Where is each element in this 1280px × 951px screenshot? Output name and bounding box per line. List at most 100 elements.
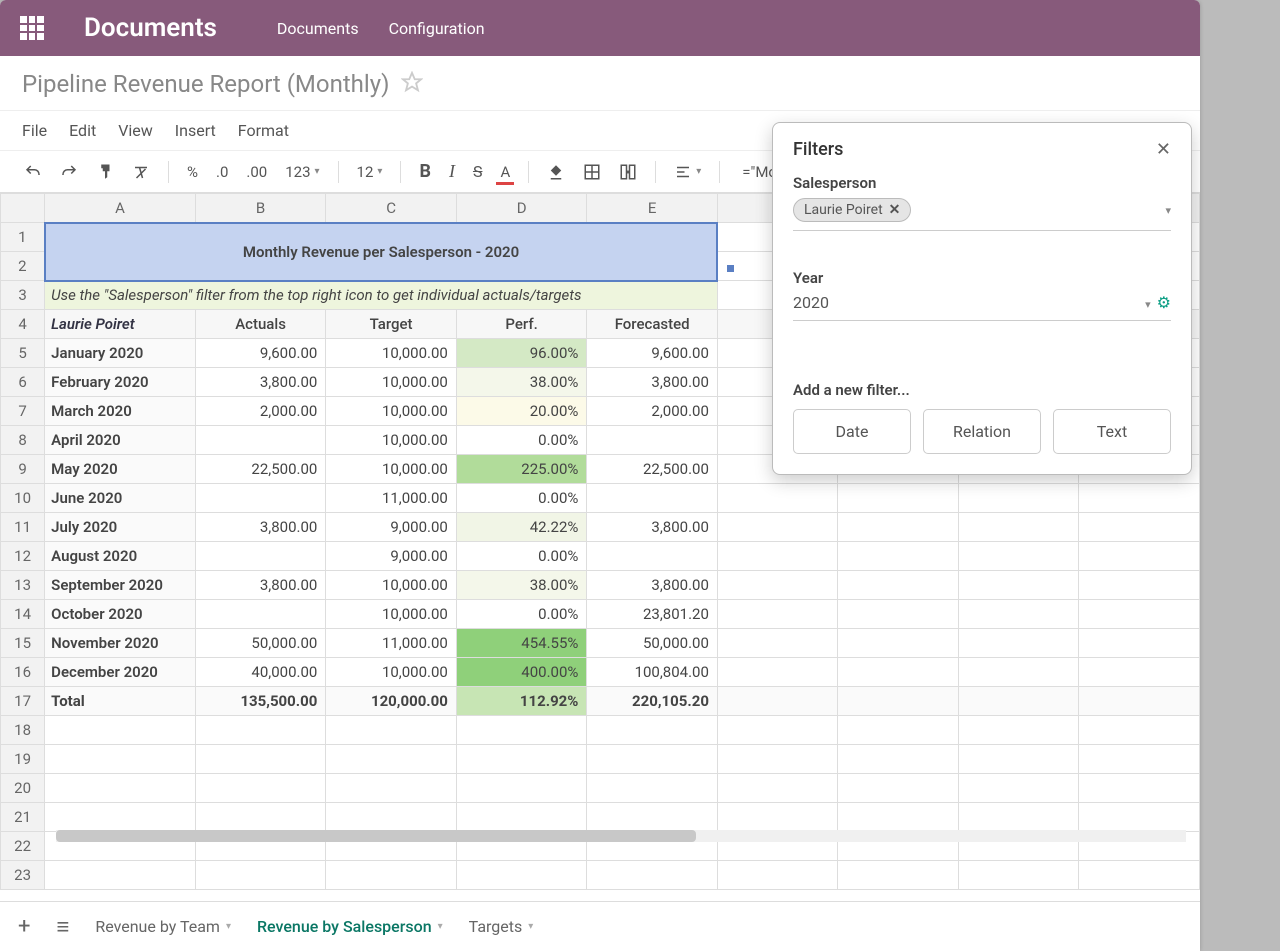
month-cell[interactable]: March 2020 — [45, 397, 196, 426]
table-row[interactable]: 12August 20209,000.000.00% — [1, 542, 1200, 571]
month-cell[interactable]: September 2020 — [45, 571, 196, 600]
apps-launcher-icon[interactable] — [20, 16, 44, 40]
chip-remove-icon[interactable]: ✕ — [889, 202, 901, 218]
month-cell[interactable]: June 2020 — [45, 484, 196, 513]
row-header[interactable]: 22 — [1, 832, 45, 861]
nav-documents[interactable]: Documents — [277, 19, 359, 38]
merge-cells-button[interactable] — [613, 159, 643, 185]
forecast-cell[interactable]: 3,800.00 — [587, 571, 718, 600]
forecast-cell[interactable] — [587, 426, 718, 455]
percent-format-button[interactable]: % — [181, 159, 204, 185]
target-cell[interactable]: 9,000.00 — [326, 542, 457, 571]
sheet-tab[interactable]: Revenue by Team▾ — [95, 917, 231, 936]
target-cell[interactable]: 10,000.00 — [326, 426, 457, 455]
perf-cell[interactable]: 400.00% — [456, 658, 587, 687]
add-filter-date-button[interactable]: Date — [793, 409, 911, 454]
clear-format-icon[interactable] — [126, 159, 156, 185]
hint-cell[interactable]: Use the "Salesperson" filter from the to… — [45, 281, 718, 310]
undo-icon[interactable] — [18, 159, 48, 185]
target-cell[interactable]: 10,000.00 — [326, 571, 457, 600]
forecast-cell[interactable]: 2,000.00 — [587, 397, 718, 426]
row-header[interactable]: 13 — [1, 571, 45, 600]
row-header[interactable]: 9 — [1, 455, 45, 484]
row-header[interactable]: 23 — [1, 861, 45, 890]
sheet-title-cell[interactable]: Monthly Revenue per Salesperson - 2020 — [45, 223, 718, 281]
horizontal-align-button[interactable] — [668, 159, 707, 185]
col-header[interactable]: D — [456, 194, 587, 223]
row-header[interactable]: 6 — [1, 368, 45, 397]
perf-cell[interactable]: 42.22% — [456, 513, 587, 542]
menu-format[interactable]: Format — [238, 121, 289, 140]
target-cell[interactable]: 10,000.00 — [326, 455, 457, 484]
add-sheet-button[interactable]: + — [18, 914, 30, 939]
row-header[interactable]: 17 — [1, 687, 45, 716]
add-filter-relation-button[interactable]: Relation — [923, 409, 1041, 454]
row-header[interactable]: 11 — [1, 513, 45, 542]
forecast-cell[interactable]: 50,000.00 — [587, 629, 718, 658]
perf-cell[interactable]: 20.00% — [456, 397, 587, 426]
table-row[interactable]: 10June 202011,000.000.00% — [1, 484, 1200, 513]
italic-button[interactable]: I — [443, 157, 461, 186]
month-cell[interactable]: October 2020 — [45, 600, 196, 629]
chevron-down-icon[interactable]: ▾ — [1165, 204, 1171, 217]
table-row[interactable]: 13September 20203,800.0010,000.0038.00%3… — [1, 571, 1200, 600]
column-label[interactable]: Forecasted — [587, 310, 718, 339]
row-header[interactable]: 16 — [1, 658, 45, 687]
col-header[interactable]: B — [195, 194, 326, 223]
chevron-down-icon[interactable]: ▾ — [1145, 298, 1151, 311]
borders-button[interactable] — [577, 159, 607, 185]
row-header[interactable]: 1 — [1, 223, 45, 252]
target-cell[interactable]: 11,000.00 — [326, 484, 457, 513]
actuals-cell[interactable]: 9,600.00 — [195, 339, 326, 368]
total-perf[interactable]: 112.92% — [456, 687, 587, 716]
row-header[interactable]: 18 — [1, 716, 45, 745]
actuals-cell[interactable] — [195, 600, 326, 629]
total-forecast[interactable]: 220,105.20 — [587, 687, 718, 716]
forecast-cell[interactable]: 3,800.00 — [587, 368, 718, 397]
forecast-cell[interactable] — [587, 542, 718, 571]
add-filter-text-button[interactable]: Text — [1053, 409, 1171, 454]
select-all-corner[interactable] — [1, 194, 45, 223]
perf-cell[interactable]: 0.00% — [456, 426, 587, 455]
month-cell[interactable]: May 2020 — [45, 455, 196, 484]
table-row[interactable]: 11July 20203,800.009,000.0042.22%3,800.0… — [1, 513, 1200, 542]
month-cell[interactable]: November 2020 — [45, 629, 196, 658]
col-header[interactable]: C — [326, 194, 457, 223]
actuals-cell[interactable] — [195, 426, 326, 455]
col-header[interactable]: E — [587, 194, 718, 223]
table-row[interactable]: 16December 202040,000.0010,000.00400.00%… — [1, 658, 1200, 687]
target-cell[interactable]: 10,000.00 — [326, 600, 457, 629]
row-header[interactable]: 2 — [1, 252, 45, 281]
total-row[interactable]: 17Total135,500.00120,000.00112.92%220,10… — [1, 687, 1200, 716]
column-label[interactable]: Actuals — [195, 310, 326, 339]
redo-icon[interactable] — [54, 159, 84, 185]
table-row[interactable]: 15November 202050,000.0011,000.00454.55%… — [1, 629, 1200, 658]
month-cell[interactable]: December 2020 — [45, 658, 196, 687]
actuals-cell[interactable]: 2,000.00 — [195, 397, 326, 426]
column-label[interactable]: Target — [326, 310, 457, 339]
perf-cell[interactable]: 38.00% — [456, 571, 587, 600]
row-header[interactable]: 5 — [1, 339, 45, 368]
target-cell[interactable]: 10,000.00 — [326, 397, 457, 426]
filter-chip-salesperson[interactable]: Laurie Poiret✕ — [793, 198, 911, 222]
paint-format-icon[interactable] — [90, 159, 120, 185]
increase-decimal-button[interactable]: .00 — [240, 159, 273, 185]
salesperson-name-cell[interactable]: Laurie Poiret — [45, 310, 196, 339]
forecast-cell[interactable] — [587, 484, 718, 513]
forecast-cell[interactable]: 22,500.00 — [587, 455, 718, 484]
all-sheets-button[interactable]: ≡ — [56, 914, 69, 940]
sheet-tab[interactable]: Targets▾ — [469, 917, 534, 936]
selection-handle[interactable] — [727, 265, 734, 272]
actuals-cell[interactable]: 50,000.00 — [195, 629, 326, 658]
gear-icon[interactable]: ⚙ — [1157, 293, 1171, 312]
favorite-star-icon[interactable] — [401, 71, 423, 97]
forecast-cell[interactable]: 100,804.00 — [587, 658, 718, 687]
month-cell[interactable]: February 2020 — [45, 368, 196, 397]
actuals-cell[interactable]: 3,800.00 — [195, 513, 326, 542]
nav-configuration[interactable]: Configuration — [389, 19, 485, 38]
row-header[interactable]: 20 — [1, 774, 45, 803]
perf-cell[interactable]: 96.00% — [456, 339, 587, 368]
number-format-dropdown[interactable]: 123 — [279, 159, 325, 185]
row-header[interactable]: 7 — [1, 397, 45, 426]
perf-cell[interactable]: 0.00% — [456, 600, 587, 629]
